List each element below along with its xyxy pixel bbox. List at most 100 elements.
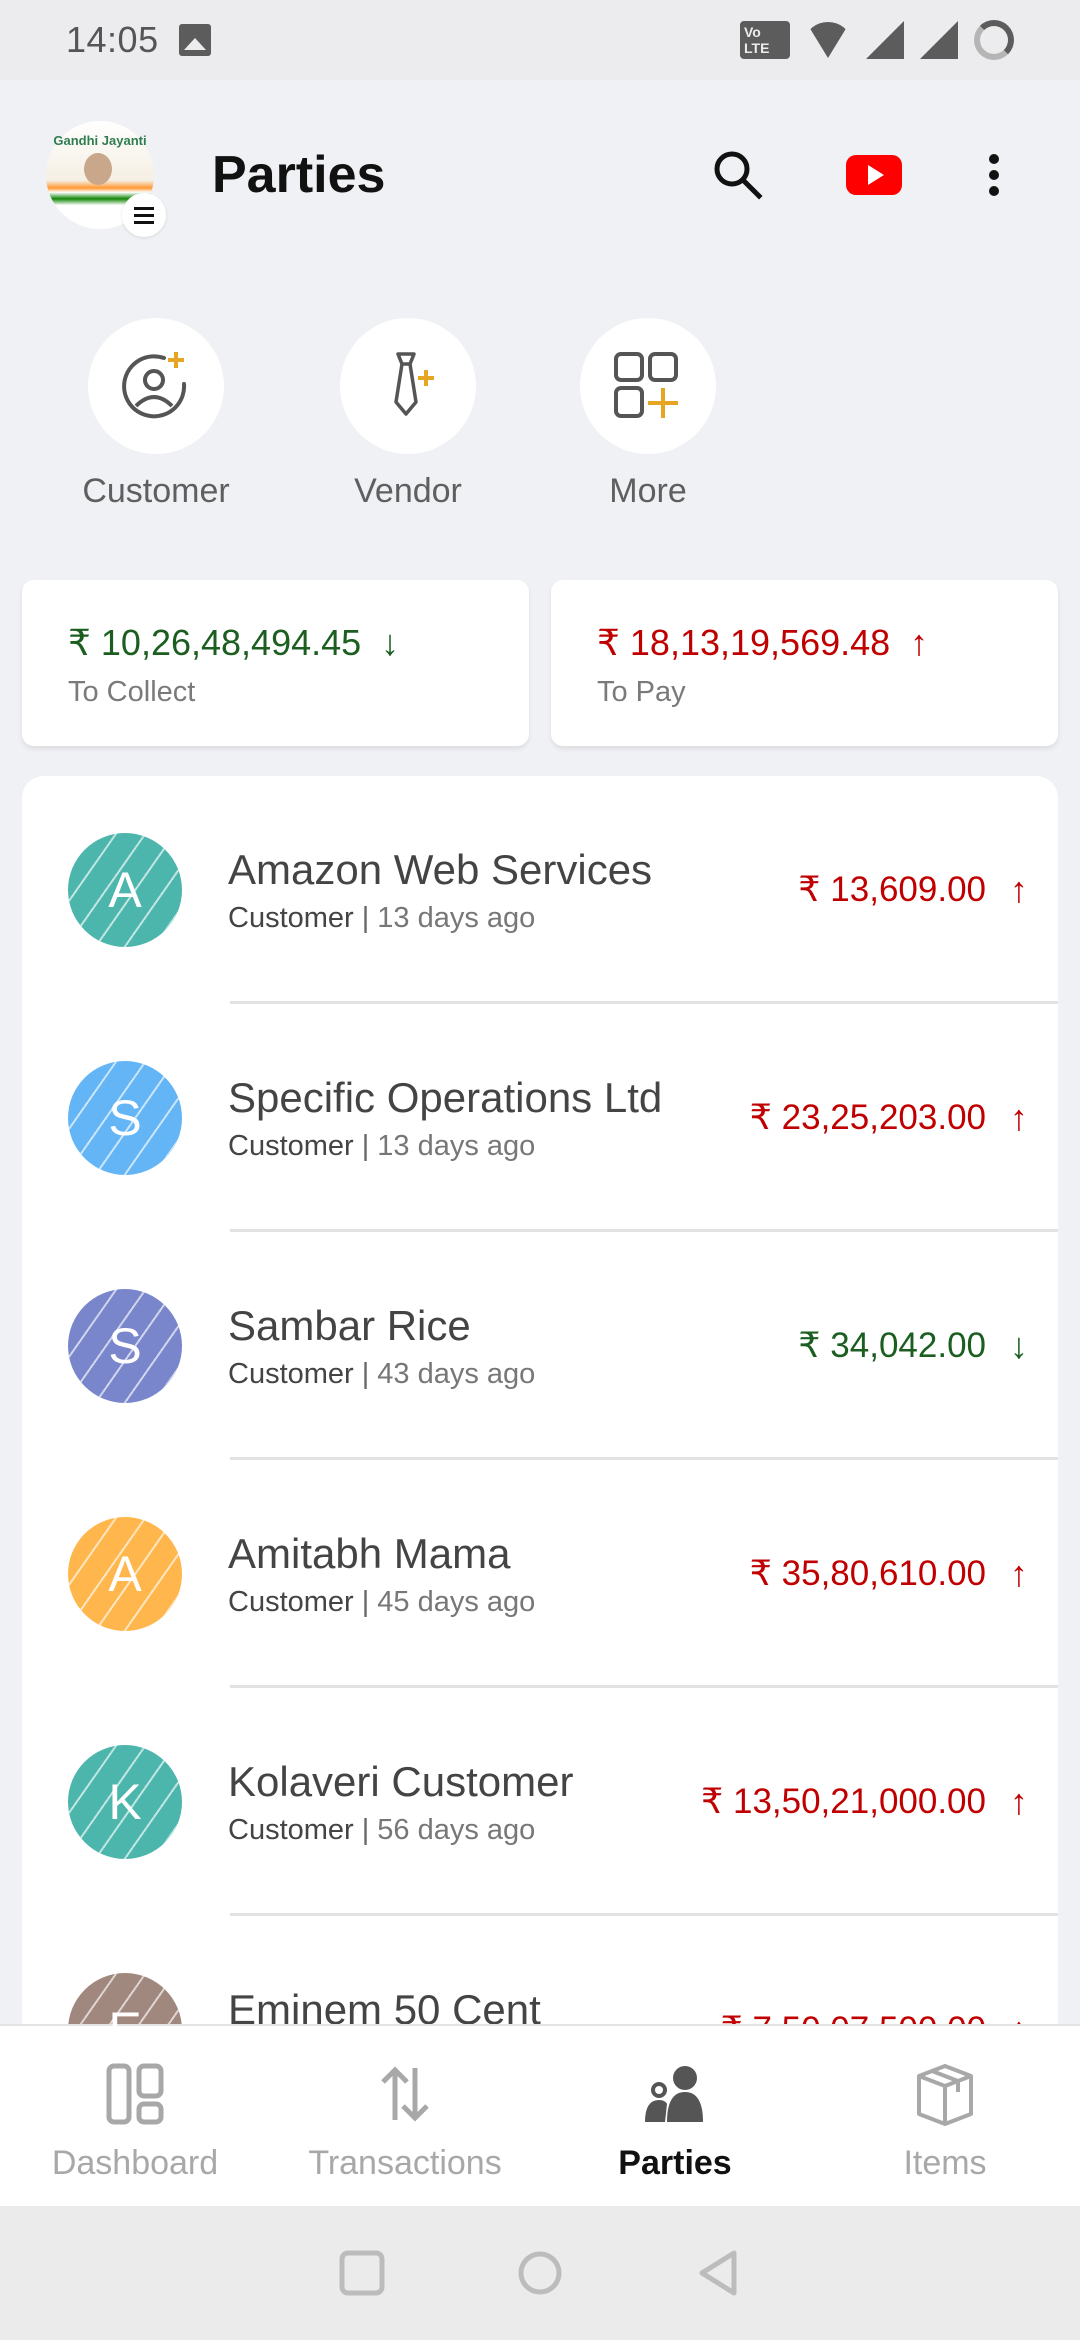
party-info: Specific Operations Ltd Customer | 13 days… xyxy=(228,1074,750,1163)
system-nav xyxy=(0,2206,1080,2340)
party-meta: Customer | 56 days ago xyxy=(228,1814,701,1847)
party-avatar: S xyxy=(68,1061,182,1175)
party-last-activity: 43 days ago xyxy=(377,1357,536,1390)
volte-icon: Vo LTE xyxy=(740,21,790,59)
arrow-up-icon: ↑ xyxy=(1010,869,1028,910)
party-amount: ₹ 13,50,21,000.00 ↑ xyxy=(701,1781,1028,1823)
logo-text: Gandhi Jayanti xyxy=(53,133,147,148)
header-actions xyxy=(642,135,1034,215)
party-amount-value: ₹ 35,80,610.00 xyxy=(749,1554,986,1593)
to-pay-value: ₹ 18,13,19,569.48 xyxy=(597,622,891,663)
status-bar: 14:05 Vo LTE xyxy=(0,0,1080,80)
home-button[interactable] xyxy=(516,2249,564,2297)
party-avatar: A xyxy=(68,1517,182,1631)
party-amount: ₹ 23,25,203.00 ↑ xyxy=(750,1097,1028,1139)
party-info: Amazon Web Services Customer | 13 days ago xyxy=(228,846,798,935)
to-collect-card[interactable]: ₹ 10,26,48,494.45 ↓ To Collect xyxy=(22,580,529,746)
home-icon xyxy=(518,2251,562,2295)
hamburger-menu-icon[interactable] xyxy=(122,193,166,237)
party-type: Customer xyxy=(228,1129,354,1162)
parties-list[interactable]: | A Amazon Web Services Customer|13 days… xyxy=(22,776,1058,2076)
business-logo-avatar[interactable]: Gandhi Jayanti xyxy=(46,121,166,237)
youtube-button[interactable] xyxy=(834,135,914,215)
arrow-up-icon: ↑ xyxy=(1010,1553,1028,1594)
add-vendor-button[interactable]: Vendor xyxy=(308,318,508,511)
party-row-3[interactable]: A Amitabh Mama Customer | 45 days ago ₹ 35… xyxy=(22,1460,1058,1688)
party-last-activity: 56 days ago xyxy=(377,1813,536,1846)
party-row-1[interactable]: S Specific Operations Ltd Customer | 13 da… xyxy=(22,1004,1058,1232)
recents-button[interactable] xyxy=(338,2249,386,2297)
party-row-4[interactable]: K Kolaveri Customer Customer | 56 days ago… xyxy=(22,1688,1058,1916)
party-name: Kolaveri Customer xyxy=(228,1757,574,1805)
bottom-nav: Dashboard Transactions Parties Items xyxy=(0,2024,1080,2206)
more-button[interactable]: More xyxy=(548,318,748,511)
arrow-down-icon: ↓ xyxy=(381,622,400,663)
back-icon xyxy=(699,2250,737,2296)
party-type: Customer xyxy=(228,1813,354,1846)
party-name: Sambar Rice xyxy=(228,1301,471,1349)
meta-separator: | xyxy=(361,1813,370,1846)
back-button[interactable] xyxy=(694,2249,742,2297)
add-customer-button[interactable]: Customer xyxy=(56,318,256,511)
party-meta: Customer | 13 days ago xyxy=(228,1130,750,1163)
quick-actions: Customer Vendor More xyxy=(56,318,800,511)
party-info: Kolaveri Customer Customer | 56 days ago xyxy=(228,1758,701,1847)
party-type: Customer xyxy=(228,1585,354,1618)
recents-icon xyxy=(339,2250,385,2296)
to-collect-label: To Collect xyxy=(68,676,196,708)
parties-icon xyxy=(640,2062,710,2126)
gallery-icon xyxy=(178,24,211,56)
wifi-icon xyxy=(806,22,850,58)
party-type: Customer xyxy=(228,901,354,934)
add-customer-icon xyxy=(88,318,224,454)
party-name: Amitabh Mama xyxy=(228,1529,511,1577)
summary-row: ₹ 10,26,48,494.45 ↓ To Collect ₹ 18,13,1… xyxy=(22,580,1058,746)
more-options-button[interactable] xyxy=(954,135,1034,215)
party-meta: Customer | 43 days ago xyxy=(228,1358,798,1391)
add-vendor-icon xyxy=(340,318,476,454)
search-icon xyxy=(714,151,763,200)
to-collect-amount: ₹ 10,26,48,494.45 ↓ xyxy=(68,622,483,664)
party-avatar: A xyxy=(68,833,182,947)
party-info: Amitabh Mama Customer | 45 days ago xyxy=(228,1530,750,1619)
more-grid-add-icon xyxy=(580,318,716,454)
party-amount-value: ₹ 13,50,21,000.00 xyxy=(700,1782,986,1821)
signal-icon xyxy=(866,21,904,59)
to-collect-value: ₹ 10,26,48,494.45 xyxy=(68,622,362,663)
party-amount-value: ₹ 23,25,203.00 xyxy=(749,1098,986,1137)
search-button[interactable] xyxy=(698,135,778,215)
to-pay-amount: ₹ 18,13,19,569.48 ↑ xyxy=(597,622,1012,664)
arrow-up-icon: ↑ xyxy=(1010,1781,1028,1822)
party-info: Sambar Rice Customer | 43 days ago xyxy=(228,1302,798,1391)
party-last-activity: 13 days ago xyxy=(377,1129,536,1162)
meta-separator: | xyxy=(361,1129,370,1162)
party-amount: ₹ 35,80,610.00 ↑ xyxy=(750,1553,1028,1595)
party-last-activity: 45 days ago xyxy=(377,1585,536,1618)
party-rows: A Amazon Web Services Customer | 13 days a… xyxy=(22,776,1058,2076)
app-header: Gandhi Jayanti Parties xyxy=(0,80,1080,270)
party-name: Specific Operations Ltd xyxy=(228,1073,663,1121)
party-avatar: S xyxy=(68,1289,182,1403)
party-row-0[interactable]: A Amazon Web Services Customer | 13 days a… xyxy=(22,776,1058,1004)
dashboard-icon xyxy=(100,2062,170,2126)
meta-separator: | xyxy=(361,1585,370,1618)
nav-items-label: Items xyxy=(903,2144,987,2182)
add-customer-label: Customer xyxy=(82,472,230,510)
party-initial: A xyxy=(108,862,142,918)
party-initial: S xyxy=(108,1090,142,1146)
party-name: Amazon Web Services xyxy=(228,845,653,893)
nav-dashboard-label: Dashboard xyxy=(51,2144,219,2182)
nav-parties[interactable]: Parties xyxy=(540,2026,810,2206)
nav-transactions[interactable]: Transactions xyxy=(270,2026,540,2206)
party-row-2[interactable]: S Sambar Rice Customer | 43 days ago ₹ 34,… xyxy=(22,1232,1058,1460)
meta-separator: | xyxy=(361,901,370,934)
arrow-up-icon: ↑ xyxy=(1010,1097,1028,1138)
party-initial: A xyxy=(108,1546,142,1602)
nav-items[interactable]: Items xyxy=(810,2026,1080,2206)
party-amount-value: ₹ 34,042.00 xyxy=(798,1326,986,1365)
transactions-icon xyxy=(370,2062,440,2126)
nav-transactions-label: Transactions xyxy=(308,2144,502,2182)
party-last-activity: 13 days ago xyxy=(377,901,536,934)
to-pay-card[interactable]: ₹ 18,13,19,569.48 ↑ To Pay xyxy=(551,580,1058,746)
nav-parties-label: Parties xyxy=(618,2144,732,2182)
